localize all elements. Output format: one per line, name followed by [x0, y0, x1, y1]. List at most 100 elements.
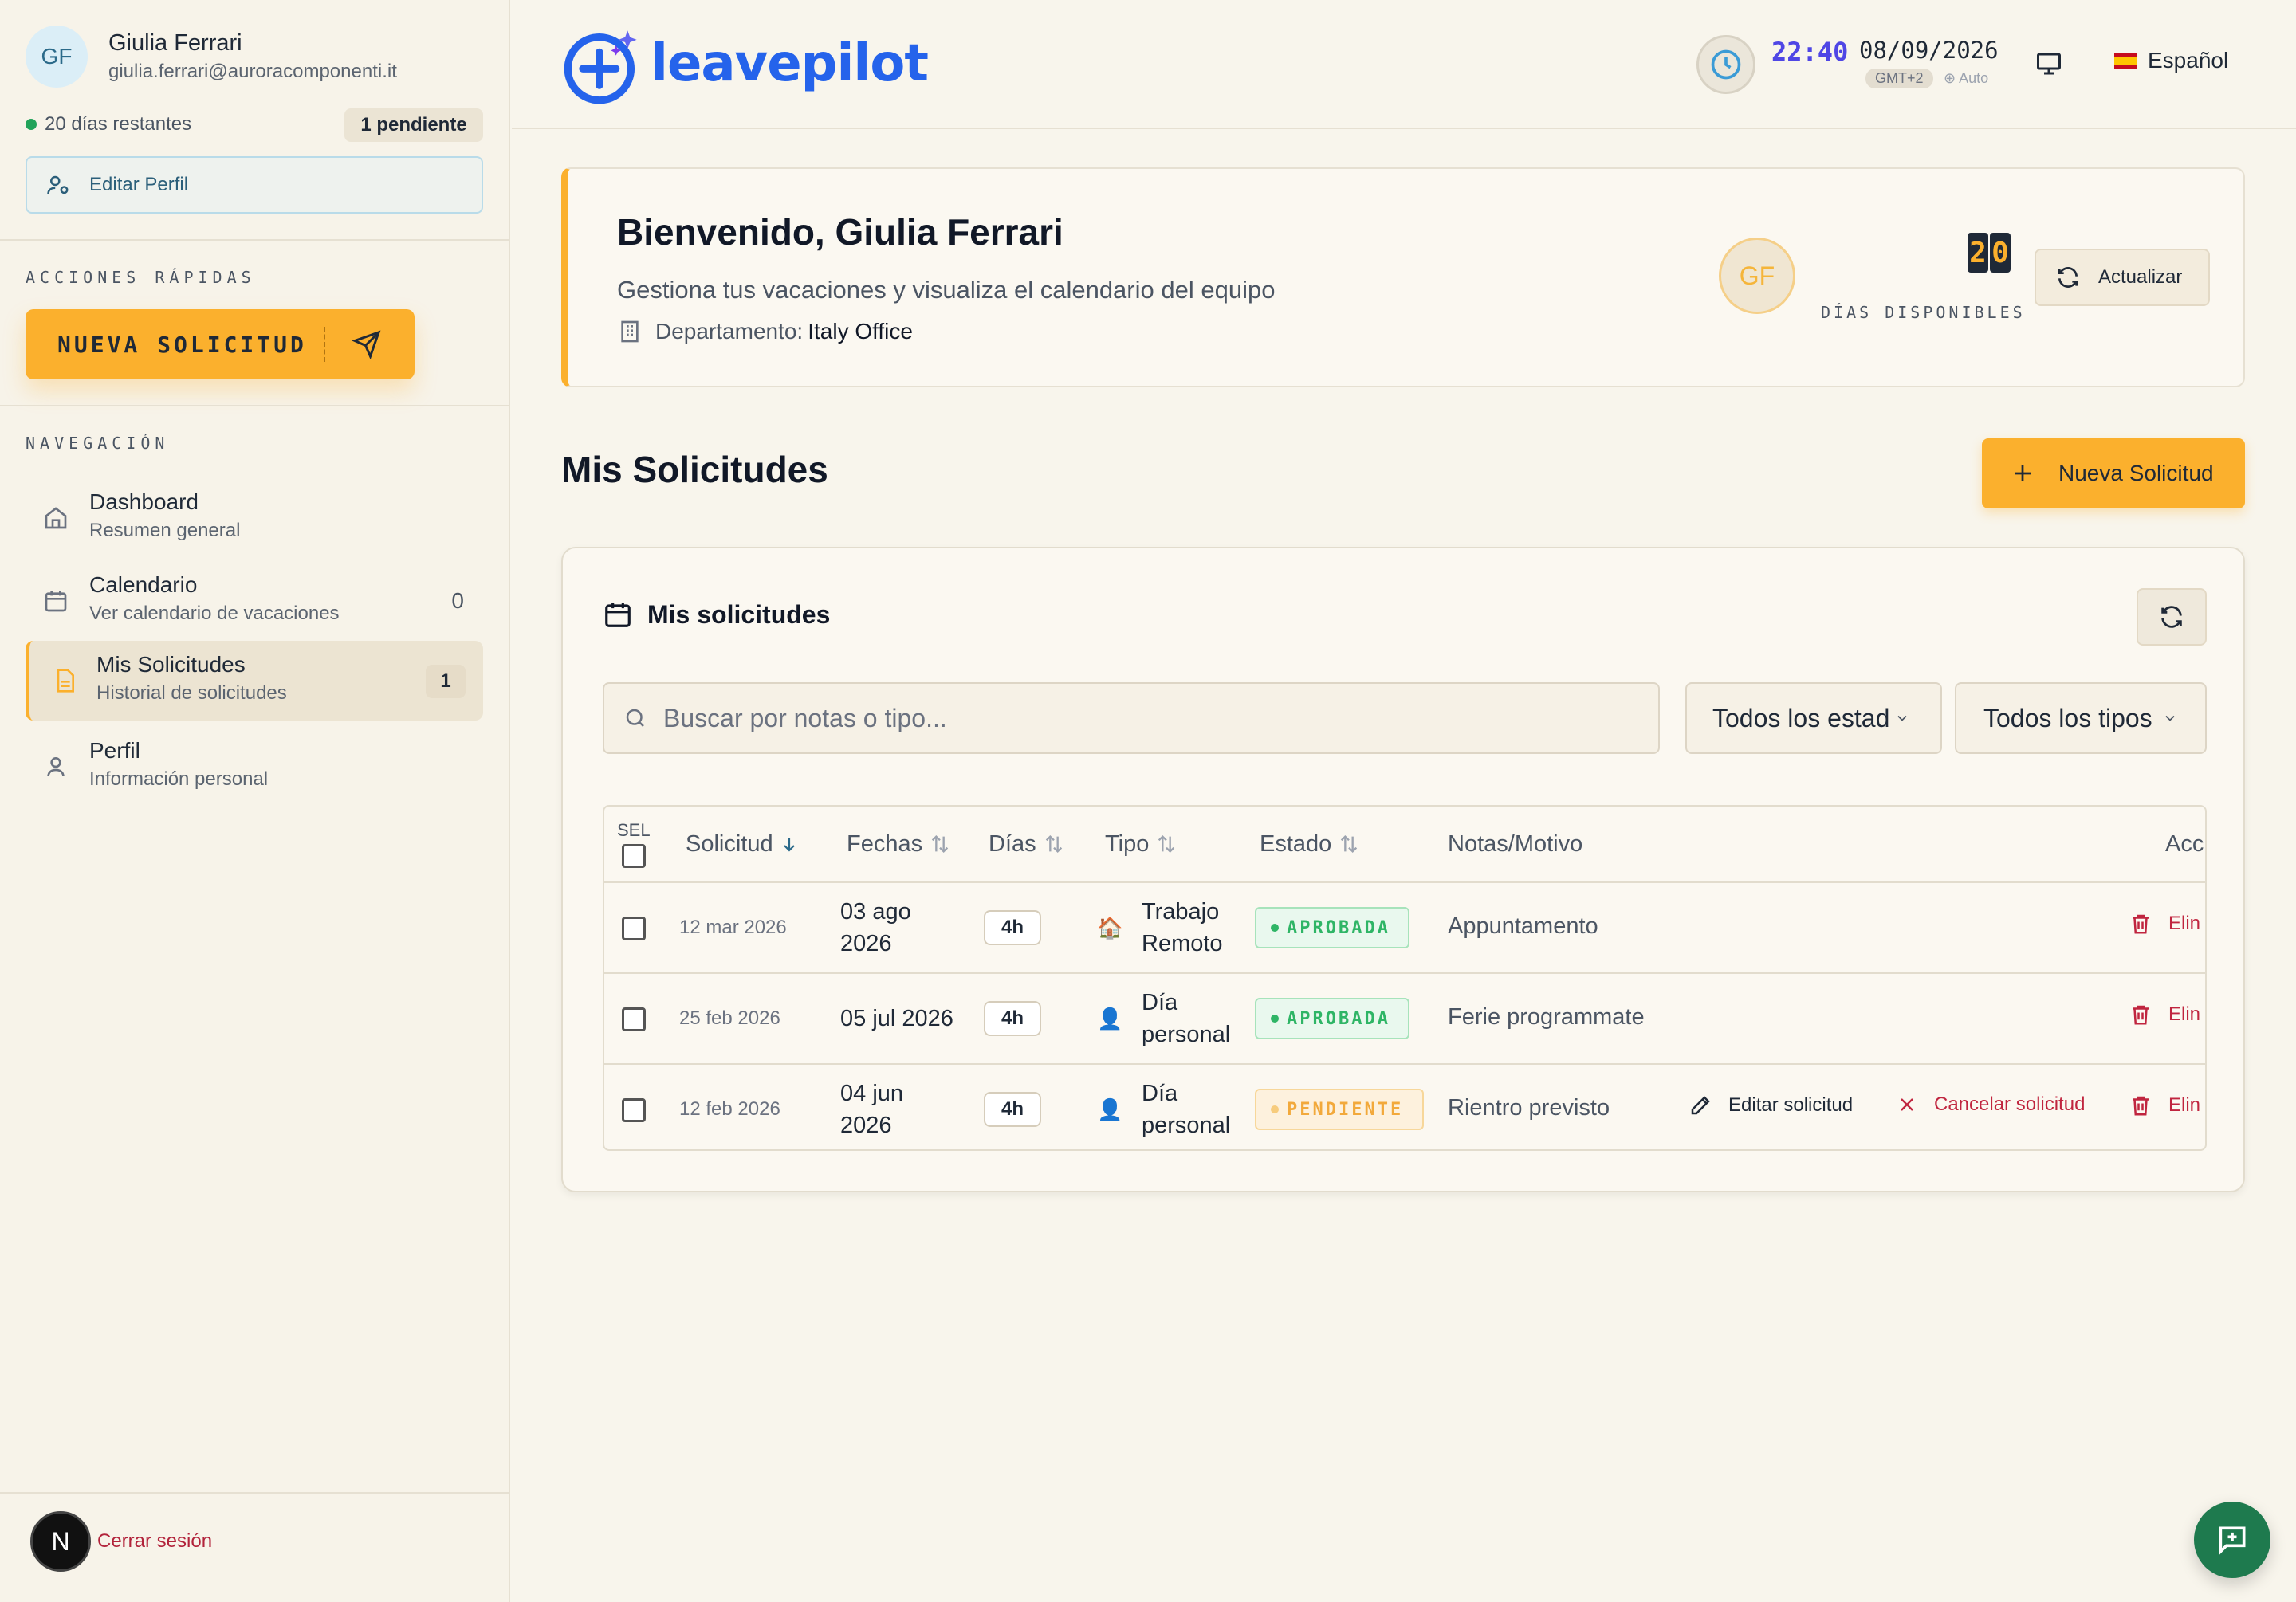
- status-filter-select[interactable]: Todos los estad: [1685, 682, 1942, 754]
- search-input[interactable]: [663, 703, 1620, 733]
- app-logo: N: [30, 1511, 91, 1572]
- avatar: GF: [1719, 238, 1795, 314]
- welcome-subtitle: Gestiona tus vacaciones y visualiza el c…: [617, 276, 1276, 304]
- status-text: PENDIENTE: [1287, 1099, 1404, 1120]
- column-type[interactable]: Tipo: [1105, 807, 1177, 881]
- clock-time: 22:40: [1771, 37, 1849, 67]
- request-notes: Rientro previsto: [1448, 1095, 1610, 1121]
- cancel-request-label: Cancelar solicitud: [1934, 1094, 2086, 1115]
- column-dates[interactable]: Fechas: [847, 807, 951, 881]
- search-icon: [626, 709, 644, 727]
- timezone-mode: ⊕ Auto: [1944, 70, 1989, 86]
- nav-subtitle: Historial de solicitudes: [96, 682, 287, 704]
- column-status[interactable]: Estado: [1260, 807, 1360, 881]
- refresh-icon: [2058, 267, 2078, 288]
- status-filter-value: Todos los estad: [1712, 703, 1890, 732]
- separator: [324, 327, 325, 362]
- refresh-button[interactable]: Actualizar: [2035, 249, 2210, 306]
- delete-button[interactable]: Elin: [2129, 1094, 2200, 1117]
- plus-icon: [2015, 465, 2031, 481]
- request-created: 12 feb 2026: [679, 1098, 780, 1120]
- monitor-icon[interactable]: [2035, 49, 2063, 78]
- nav-title: Mis Solicitudes: [96, 652, 246, 677]
- row-checkbox[interactable]: [622, 1007, 646, 1031]
- edit-request-button[interactable]: Editar solicitud: [1689, 1094, 1853, 1117]
- user-email: giulia.ferrari@auroracomponenti.it: [108, 61, 397, 82]
- column-request[interactable]: Solicitud: [686, 807, 799, 881]
- logout-button[interactable]: N Cerrar sesión: [30, 1511, 212, 1572]
- hours-badge: 4h: [984, 1001, 1041, 1036]
- clock-widget[interactable]: [1696, 35, 1755, 94]
- person-icon: 👤: [1097, 1097, 1123, 1121]
- edit-request-label: Editar solicitud: [1728, 1094, 1854, 1116]
- user-settings-icon: [47, 175, 69, 194]
- chat-button[interactable]: [2194, 1502, 2270, 1578]
- table-row: 12 mar 2026 03 ago 2026 4h 🏠 Trabajo Remot…: [604, 881, 2205, 972]
- delete-button[interactable]: Elin: [2129, 912, 2200, 936]
- column-select-label: SEL: [617, 820, 651, 840]
- quick-actions-heading: ACCIONES RÁPIDAS: [26, 268, 256, 287]
- status-badge: APROBADA: [1255, 998, 1409, 1039]
- brand-name: leavepilot: [651, 34, 929, 93]
- welcome-card: Bienvenido, Giulia Ferrari Gestiona tus …: [561, 167, 2245, 387]
- language-selector[interactable]: Español: [2114, 48, 2228, 73]
- page-title: Mis Solicitudes: [561, 449, 828, 490]
- request-dates: 04 jun 2026: [840, 1078, 903, 1141]
- reload-button[interactable]: [2137, 588, 2207, 646]
- pending-badge: 1 pendiente: [344, 108, 483, 142]
- sidebar-item-calendar[interactable]: Calendario Ver calendario de vacaciones …: [26, 561, 483, 641]
- card-title: Mis solicitudes: [603, 599, 830, 630]
- clock-icon: [1711, 49, 1741, 80]
- select-all-checkbox[interactable]: [621, 844, 646, 868]
- cancel-request-button[interactable]: Cancelar solicitud: [1896, 1094, 2085, 1116]
- counter-digit: 0: [1990, 233, 2011, 273]
- sort-desc-icon: [783, 838, 795, 852]
- sidebar-item-profile[interactable]: Perfil Información personal: [26, 727, 483, 807]
- status-text: APROBADA: [1287, 1008, 1390, 1029]
- type-line: Remoto: [1142, 931, 1223, 956]
- sort-icon: [1045, 835, 1062, 853]
- nav-subtitle: Información personal: [89, 768, 269, 790]
- department-label: Departamento:: [655, 319, 804, 344]
- request-type: Día personal: [1142, 987, 1230, 1050]
- building-icon: [621, 320, 639, 343]
- request-created: 25 feb 2026: [679, 1007, 780, 1029]
- home-icon: [45, 507, 67, 529]
- days-remaining-text: 20 días restantes: [45, 113, 192, 135]
- sort-icon: [931, 835, 949, 853]
- calendar-icon: [605, 603, 631, 627]
- column-days[interactable]: Días: [989, 807, 1065, 881]
- status-text: APROBADA: [1287, 917, 1390, 938]
- welcome-title: Bienvenido, Giulia Ferrari: [617, 211, 1063, 253]
- search-box: [603, 682, 1660, 754]
- counter-digit: 2: [1968, 233, 1988, 273]
- nav-subtitle: Resumen general: [89, 520, 241, 541]
- requests-table: SEL Solicitud Fechas Días Tipo Estado No…: [603, 805, 2207, 1151]
- nav-title: Calendario: [89, 572, 198, 597]
- type-filter-select[interactable]: Todos los tipos: [1955, 682, 2207, 754]
- edit-profile-button[interactable]: Editar Perfil: [26, 156, 483, 214]
- nav-subtitle: Ver calendario de vacaciones: [89, 603, 340, 624]
- refresh-icon: [2161, 606, 2182, 628]
- date-line: 2026: [840, 931, 892, 956]
- row-checkbox[interactable]: [622, 917, 646, 940]
- new-request-sidebar-button[interactable]: NUEVA SOLICITUD: [26, 309, 415, 379]
- sidebar-item-my-requests[interactable]: Mis Solicitudes Historial de solicitudes…: [26, 641, 483, 721]
- logout-label: Cerrar sesión: [97, 1530, 213, 1552]
- avatar: GF: [26, 26, 88, 88]
- send-icon: [352, 330, 381, 359]
- row-checkbox[interactable]: [622, 1098, 646, 1122]
- column-label: Días: [989, 830, 1036, 857]
- column-label: Estado: [1260, 830, 1332, 857]
- new-request-button[interactable]: Nueva Solicitud: [1982, 438, 2245, 508]
- date-line: 04 jun: [840, 1081, 904, 1106]
- brand-logo[interactable]: leavepilot: [561, 22, 929, 105]
- sidebar-item-dashboard[interactable]: Dashboard Resumen general: [26, 478, 483, 558]
- top-header: leavepilot 22:40 08/09/2026 GMT+2 ⊕ Auto…: [512, 0, 2296, 129]
- timezone-mode-text: Auto: [1959, 70, 1989, 86]
- delete-button[interactable]: Elin: [2129, 1003, 2200, 1027]
- status-dot: [1271, 1105, 1279, 1113]
- nav-title: Perfil: [89, 738, 140, 763]
- sidebar: GF Giulia Ferrari giulia.ferrari@aurorac…: [0, 0, 510, 1602]
- type-line: Día: [1142, 1081, 1178, 1106]
